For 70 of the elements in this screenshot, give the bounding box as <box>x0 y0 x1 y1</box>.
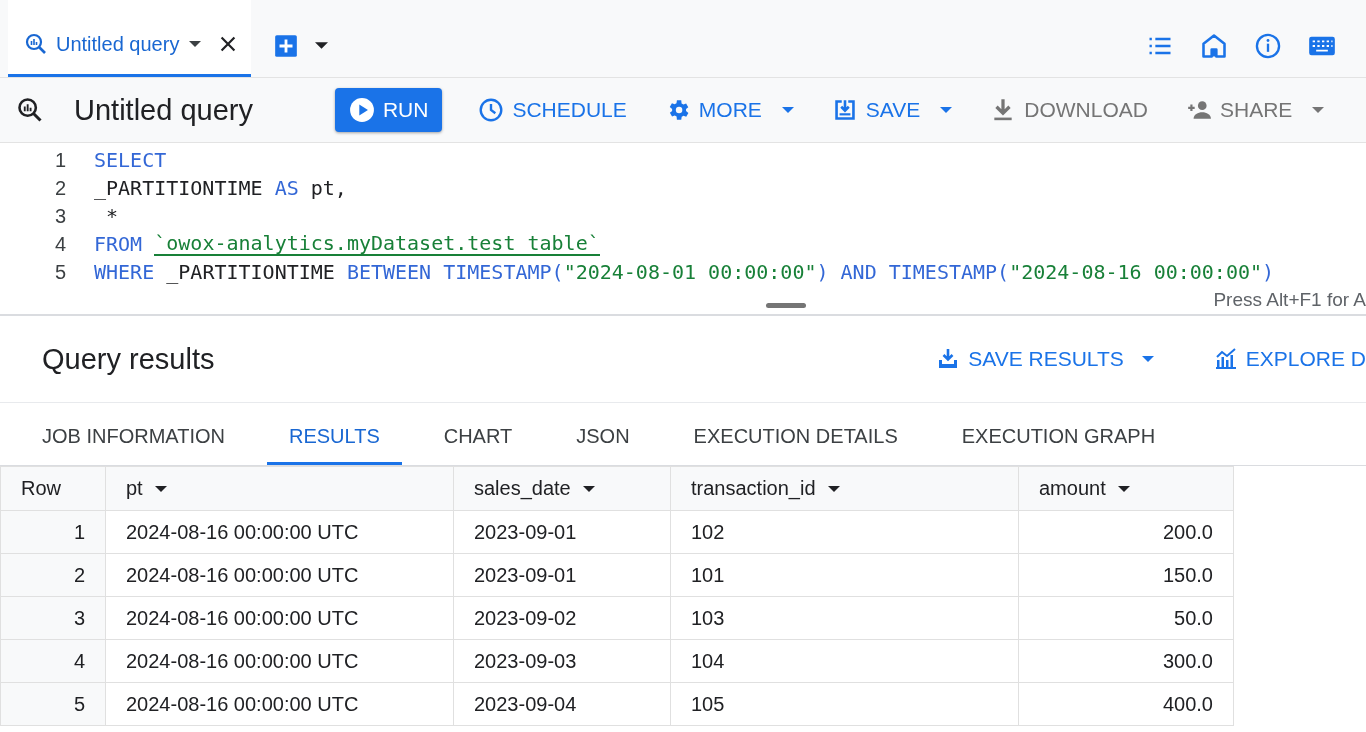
column-header[interactable]: sales_date <box>453 466 671 511</box>
row-number: 2 <box>0 553 106 597</box>
code-line: WHERE _PARTITIONTIME BETWEEN TIMESTAMP("2024-08-01 00:00:00") AND TIMESTAMP("2024-08-16 00:00:00") <box>94 260 1275 284</box>
play-icon <box>348 97 375 123</box>
shortcut-hint: Press Alt+F1 for A <box>1213 289 1366 311</box>
table-cell: 103 <box>670 596 1019 640</box>
results-tab[interactable]: CHART <box>421 403 535 465</box>
code-line: * <box>105 204 119 228</box>
table-cell: 2023-09-01 <box>453 553 671 597</box>
table-cell: 104 <box>670 639 1019 683</box>
table-cell: 2024-08-16 00:00:00 UTC <box>105 596 454 640</box>
results-title: Query results <box>42 342 216 376</box>
toolbar-button[interactable]: MORE <box>654 89 804 131</box>
table-cell: 200.0 <box>1018 510 1234 554</box>
code-line: FROM `owox-analytics.myDataset.test_table` <box>94 232 600 256</box>
column-header[interactable]: pt <box>105 466 454 511</box>
table-cell: 2023-09-01 <box>453 510 671 554</box>
clock-icon <box>478 97 505 123</box>
line-number: 2 <box>53 176 66 200</box>
table-cell: 50.0 <box>1018 596 1234 640</box>
line-number: 5 <box>53 260 66 284</box>
home-icon[interactable] <box>1200 31 1228 60</box>
table-cell: 2024-08-16 00:00:00 UTC <box>105 682 454 726</box>
results-tab[interactable]: EXECUTION GRAPH <box>939 403 1178 465</box>
caret-icon <box>827 485 840 492</box>
table-cell: 2023-09-03 <box>453 639 671 683</box>
row-number: 3 <box>0 596 106 640</box>
toolbar-button[interactable]: SCHEDULE <box>468 89 637 131</box>
caret-icon <box>1117 485 1130 492</box>
query-title: Untitled query <box>74 93 253 127</box>
table-cell: 101 <box>670 553 1019 597</box>
row-number: 1 <box>0 510 106 554</box>
results-tab[interactable]: EXECUTION DETAILS <box>671 403 920 465</box>
toolbar-button[interactable]: RUN <box>334 88 443 132</box>
table-cell: 2024-08-16 00:00:00 UTC <box>105 510 454 554</box>
column-header[interactable]: Row <box>0 466 106 511</box>
table-cell: 2024-08-16 00:00:00 UTC <box>105 639 454 683</box>
caret-icon[interactable] <box>315 42 329 49</box>
column-header[interactable]: transaction_id <box>670 466 1019 511</box>
caret-icon <box>154 485 167 492</box>
column-header[interactable]: amount <box>1018 466 1234 511</box>
line-number: 3 <box>53 204 66 228</box>
table-cell: 400.0 <box>1018 682 1234 726</box>
action-button[interactable]: SAVE RESULTS <box>928 341 1162 377</box>
line-number: 1 <box>53 148 66 172</box>
code-line: _PARTITIONTIME AS pt, <box>94 176 347 200</box>
table-cell: 105 <box>670 682 1019 726</box>
query-tab[interactable]: Untitled query <box>8 0 252 77</box>
table-cell: 102 <box>670 510 1019 554</box>
table-cell: 150.0 <box>1018 553 1234 597</box>
table-cell: 2023-09-04 <box>453 682 671 726</box>
code-line: SELECT <box>94 148 167 172</box>
line-number: 4 <box>53 232 66 256</box>
results-tab[interactable]: JOB INFORMATION <box>20 403 247 465</box>
query-icon <box>24 32 48 56</box>
resize-handle[interactable] <box>766 303 806 308</box>
results-tab[interactable]: JSON <box>554 403 652 465</box>
caret-icon[interactable] <box>189 41 202 47</box>
query-icon <box>16 96 44 124</box>
action-button[interactable]: EXPLORE D <box>1205 341 1366 377</box>
row-number: 4 <box>0 639 106 683</box>
table-cell: 2024-08-16 00:00:00 UTC <box>105 553 454 597</box>
add-tab-icon[interactable] <box>273 32 300 59</box>
row-number: 5 <box>0 682 106 726</box>
table-cell: 300.0 <box>1018 639 1234 683</box>
chart-icon <box>1213 347 1238 371</box>
table-cell: 2023-09-02 <box>453 596 671 640</box>
info-icon[interactable] <box>1254 31 1282 60</box>
caret-icon <box>582 485 595 492</box>
toolbar-button[interactable]: SAVE <box>821 89 963 131</box>
